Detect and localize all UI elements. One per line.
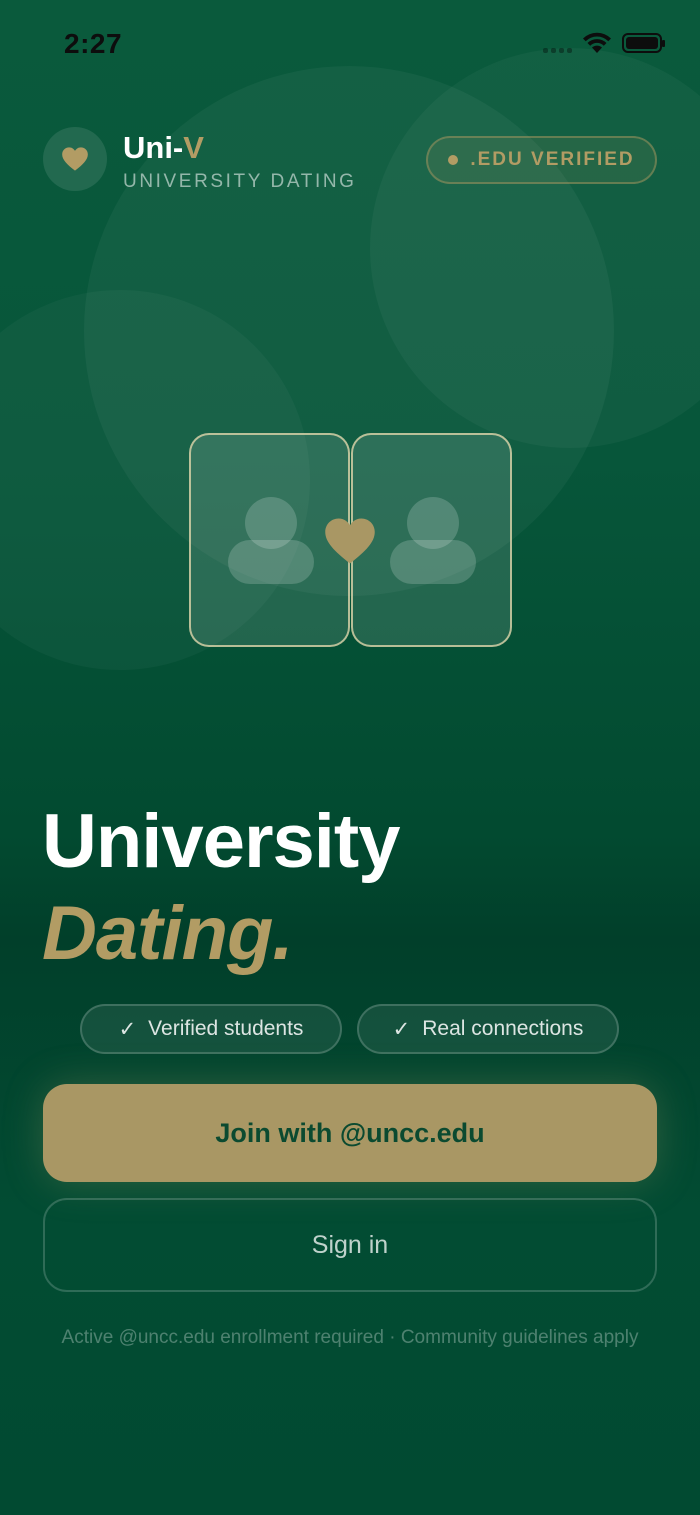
signal-icon — [543, 33, 572, 53]
chip-label: Real connections — [422, 1017, 584, 1040]
status-time: 2:27 — [64, 28, 123, 59]
wifi-icon — [583, 32, 611, 53]
chip-real-connections: ✓ Real connections — [357, 1004, 619, 1054]
join-button[interactable]: Join with @uncc.edu — [43, 1084, 657, 1182]
brand-name: Uni-V — [123, 130, 204, 165]
hero-title: University — [42, 799, 400, 884]
check-icon: ✓ — [118, 1017, 137, 1041]
heart-icon — [62, 147, 88, 171]
person-icon-body — [228, 540, 314, 584]
welcome-screen: 2:27 Uni-V UNIVERSITY DATING .EDU VERIFI… — [0, 0, 700, 1515]
heart-icon — [325, 518, 375, 564]
brand-subtitle: UNIVERSITY DATING — [123, 171, 357, 192]
brand-accent: V — [183, 130, 204, 165]
check-icon: ✓ — [392, 1017, 411, 1041]
status-dot-icon — [448, 155, 459, 165]
badge-label: .EDU VERIFIED — [470, 149, 635, 170]
chip-label: Verified students — [148, 1017, 304, 1040]
chip-verified-students: ✓ Verified students — [80, 1004, 342, 1054]
status-indicators — [543, 32, 665, 54]
hero-title-accent: Dating. — [42, 891, 294, 976]
app-logo — [43, 127, 107, 191]
enrollment-footnote: Active @uncc.edu enrollment required · C… — [61, 1327, 639, 1348]
battery-icon — [622, 33, 665, 53]
sign-in-button[interactable]: Sign in — [43, 1198, 657, 1292]
edu-verified-badge: .EDU VERIFIED — [426, 136, 657, 184]
person-icon-body — [390, 540, 476, 584]
